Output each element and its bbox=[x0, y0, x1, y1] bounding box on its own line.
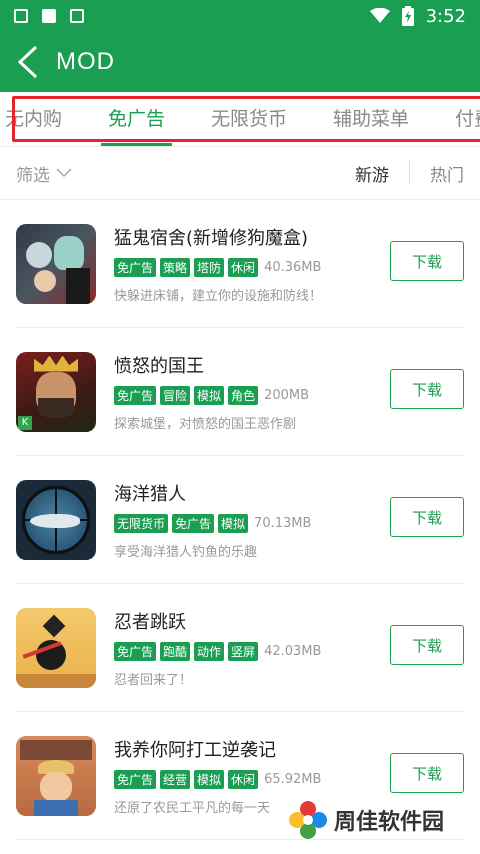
list-item[interactable]: 猛鬼宿舍(新增修狗魔盒) 免广告 策略 塔防 休闲 40.36MB 快躲进床铺，… bbox=[16, 200, 464, 328]
tab-assist-menu[interactable]: 辅助菜单 bbox=[310, 92, 432, 146]
tag: 免广告 bbox=[114, 769, 157, 789]
app-size: 42.03MB bbox=[264, 643, 322, 659]
app-icon bbox=[16, 735, 96, 816]
pinwheel-logo-icon bbox=[289, 801, 327, 839]
watermark: 周佳软件园 bbox=[288, 800, 444, 840]
lock-icon bbox=[14, 9, 28, 23]
tab-unlimited-currency[interactable]: 无限货币 bbox=[188, 92, 310, 146]
app-icon bbox=[16, 479, 96, 560]
app-icon bbox=[16, 607, 96, 688]
back-arrow-icon bbox=[17, 45, 38, 79]
app-name: 猛鬼宿舍(新增修狗魔盒) bbox=[114, 227, 309, 249]
tag: 休闲 bbox=[228, 769, 259, 789]
app-size: 70.13MB bbox=[254, 515, 312, 531]
app-icon: K bbox=[16, 351, 96, 432]
list-item[interactable]: 忍者跳跃 免广告 跑酷 动作 竖屏 42.03MB 忍者回来了！ 下载 bbox=[16, 584, 464, 712]
status-time: 3:52 bbox=[425, 5, 466, 27]
app-size: 65.92MB bbox=[264, 771, 322, 787]
tag: 免广告 bbox=[114, 385, 157, 405]
tag: 角色 bbox=[228, 385, 259, 405]
sort-hot-button[interactable]: 热门 bbox=[410, 161, 464, 186]
tag: 休闲 bbox=[228, 257, 259, 277]
tag: 模拟 bbox=[194, 769, 225, 789]
category-tabs: 无内购 免广告 无限货币 辅助菜单 付费 bbox=[0, 92, 480, 146]
tag: 冒险 bbox=[160, 385, 191, 405]
download-button[interactable]: 下载 bbox=[390, 369, 464, 409]
app-list: 猛鬼宿舍(新增修狗魔盒) 免广告 策略 塔防 休闲 40.36MB 快躲进床铺，… bbox=[0, 200, 480, 840]
tag: 动作 bbox=[194, 641, 225, 661]
list-item[interactable]: 海洋猎人 无限货币 免广告 模拟 70.13MB 享受海洋猎人钓鱼的乐趣 下载 bbox=[16, 456, 464, 584]
download-button[interactable]: 下载 bbox=[390, 241, 464, 281]
watermark-text: 周佳软件园 bbox=[334, 810, 445, 835]
app-bar: MOD bbox=[0, 32, 480, 92]
text-icon bbox=[70, 9, 84, 23]
book-icon bbox=[42, 9, 56, 23]
tag: 免广告 bbox=[114, 641, 157, 661]
tab-no-iap[interactable]: 无内购 bbox=[0, 92, 85, 146]
app-name: 我养你阿打工逆袭记 bbox=[114, 739, 276, 761]
app-description: 探索城堡，对愤怒的国王恶作剧 bbox=[114, 416, 297, 432]
tag: 跑酷 bbox=[160, 641, 191, 661]
app-description: 忍者回来了！ bbox=[114, 672, 193, 688]
tab-ad-free[interactable]: 免广告 bbox=[85, 92, 188, 146]
app-name: 忍者跳跃 bbox=[114, 611, 186, 633]
app-name: 海洋猎人 bbox=[114, 483, 186, 505]
download-button[interactable]: 下载 bbox=[390, 625, 464, 665]
tag: 塔防 bbox=[194, 257, 225, 277]
tag: 模拟 bbox=[194, 385, 225, 405]
tag: 无限货币 bbox=[114, 513, 169, 533]
wifi-icon bbox=[369, 8, 390, 23]
download-button[interactable]: 下载 bbox=[390, 497, 464, 537]
sort-new-button[interactable]: 新游 bbox=[335, 161, 409, 186]
tag: 免广告 bbox=[114, 257, 157, 277]
app-name: 愤怒的国王 bbox=[114, 355, 204, 377]
app-size: 200MB bbox=[264, 387, 310, 403]
list-item[interactable]: K 愤怒的国王 免广告 冒险 模拟 角色 200MB 探索城堡，对愤怒的国王恶作… bbox=[16, 328, 464, 456]
tag: 经营 bbox=[160, 769, 191, 789]
battery-icon bbox=[401, 6, 414, 26]
chevron-down-icon bbox=[56, 168, 72, 178]
app-description: 快躲进床铺，建立你的设施和防线！ bbox=[114, 288, 323, 304]
tag: 免广告 bbox=[172, 513, 215, 533]
filter-button[interactable]: 筛选 bbox=[0, 161, 72, 186]
app-description: 享受海洋猎人钓鱼的乐趣 bbox=[114, 544, 258, 560]
tab-paid[interactable]: 付费 bbox=[432, 92, 480, 146]
download-button[interactable]: 下载 bbox=[390, 753, 464, 793]
app-icon bbox=[16, 223, 96, 304]
filter-bar: 筛选 新游 热门 bbox=[0, 146, 480, 200]
tag: 策略 bbox=[160, 257, 191, 277]
tag: 模拟 bbox=[218, 513, 249, 533]
back-button[interactable] bbox=[0, 32, 56, 92]
filter-label: 筛选 bbox=[16, 165, 50, 186]
app-size: 40.36MB bbox=[264, 259, 322, 275]
status-bar: 3:52 bbox=[0, 0, 480, 32]
tag: 竖屏 bbox=[228, 641, 259, 661]
page-title: MOD bbox=[56, 48, 115, 75]
